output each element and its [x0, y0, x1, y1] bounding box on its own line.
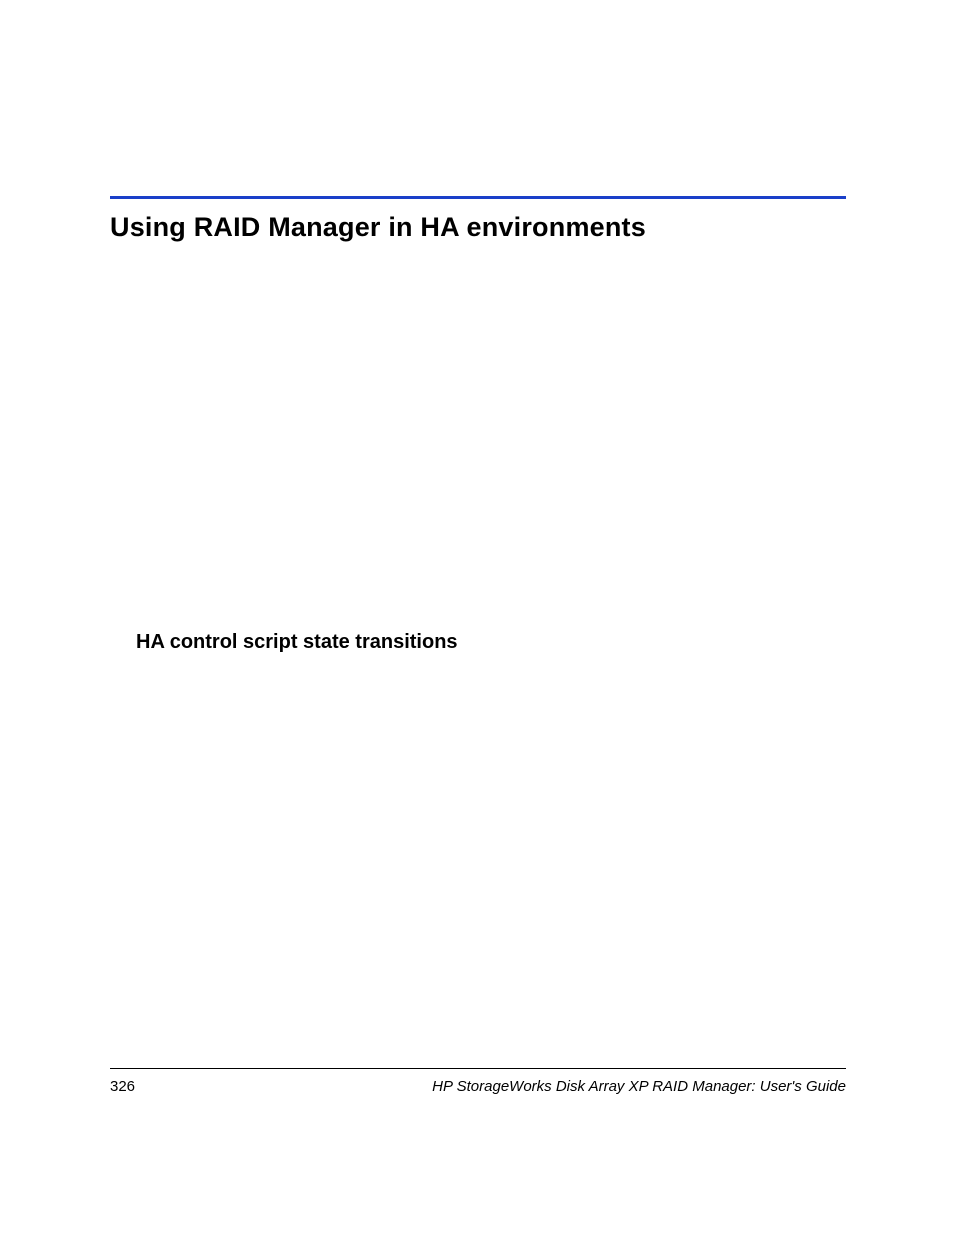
chapter-heading: Using RAID Manager in HA environments: [110, 212, 646, 243]
section-heading: HA control script state transitions: [136, 631, 458, 654]
section-rule: [110, 196, 846, 199]
footer-rule: [110, 1068, 846, 1069]
document-page: Using RAID Manager in HA environments HA…: [0, 0, 954, 1235]
page-number: 326: [110, 1078, 135, 1095]
document-title: HP StorageWorks Disk Array XP RAID Manag…: [432, 1078, 846, 1095]
